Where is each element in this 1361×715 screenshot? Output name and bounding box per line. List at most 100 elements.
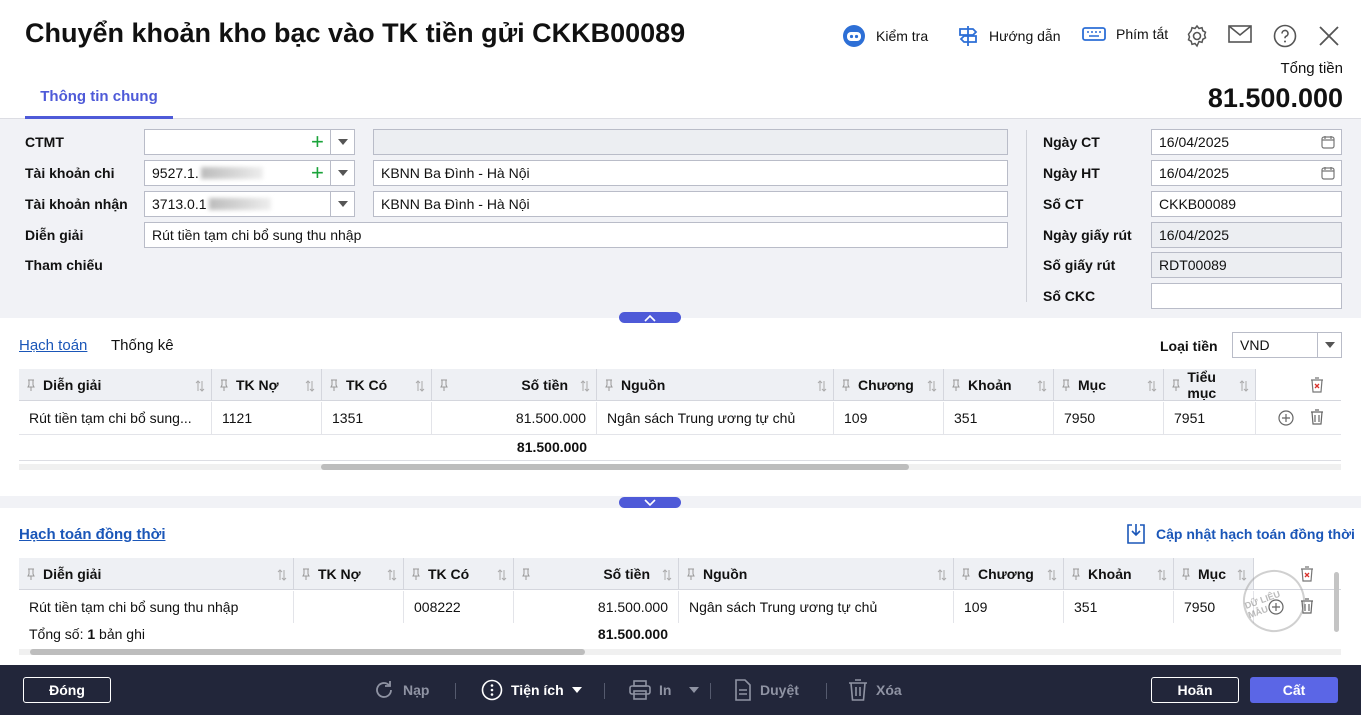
pay-account-dropdown[interactable] (330, 161, 354, 185)
tab-general[interactable]: Thông tin chung (25, 82, 173, 119)
table-cell[interactable] (294, 591, 404, 623)
currency-dropdown[interactable] (1317, 333, 1341, 357)
delete-all-icon[interactable] (1300, 566, 1314, 585)
guide-button[interactable]: Hướng dẫn (957, 24, 1060, 48)
approve-label: Duyệt (760, 682, 799, 698)
total-label: Tổng tiền (1280, 60, 1343, 77)
table-cell[interactable]: 351 (1064, 591, 1174, 623)
print-button[interactable]: In (629, 677, 700, 703)
post-date-picker[interactable]: 16/04/2025 (1151, 160, 1342, 186)
ctmt-combobox[interactable]: + (144, 129, 355, 155)
table-cell[interactable]: Rút tiền tạm chi bổ sung thu nhập (19, 591, 294, 623)
table-cell[interactable]: 81.500.000 (514, 591, 679, 623)
tab-stats[interactable]: Thống kê (111, 337, 174, 354)
collapse-down-button[interactable] (619, 497, 681, 508)
close-icon[interactable] (1318, 25, 1340, 50)
concurrent-scroll-thumb[interactable] (30, 649, 585, 655)
delete-label: Xóa (876, 682, 902, 698)
ctmt-name-field (373, 129, 1008, 155)
check-button[interactable]: Kiểm tra (842, 24, 928, 48)
chevron-down-icon (689, 687, 700, 693)
trash-icon (849, 679, 867, 701)
doc-date-picker[interactable]: 16/04/2025 (1151, 129, 1342, 155)
withdraw-date-field: 16/04/2025 (1151, 222, 1342, 248)
total-value: 81.500.000 (1207, 83, 1343, 113)
recv-account-name-field[interactable]: KBNN Ba Đình - Hà Nội (373, 191, 1008, 217)
ckc-input[interactable] (1151, 283, 1342, 309)
reference-label: Tham chiếu (25, 257, 103, 273)
description-input[interactable]: Rút tiền tạm chi bổ sung thu nhập (144, 222, 1008, 248)
load-button[interactable]: Nạp (373, 677, 429, 703)
doc-date-value: 16/04/2025 (1159, 134, 1230, 150)
concurrent-title[interactable]: Hạch toán đồng thời (19, 526, 165, 543)
check-label: Kiểm tra (876, 28, 929, 44)
utilities-button[interactable]: Tiện ích (481, 677, 582, 703)
redacted-mask (208, 198, 271, 210)
recv-account-label: Tài khoản nhận (25, 196, 128, 212)
calendar-icon[interactable] (1321, 135, 1335, 152)
concurrent-v-scrollbar[interactable] (1334, 572, 1339, 632)
table-cell[interactable]: 1351 (322, 402, 432, 434)
chevron-down-icon (571, 687, 582, 693)
update-concurrent-label: Cập nhật hạch toán đồng thời (1156, 526, 1355, 542)
mail-icon[interactable] (1228, 24, 1254, 49)
footer-bar: Đóng Nạp Tiện ích In Duyệt Xóa Hoãn Cất (0, 665, 1361, 715)
table-cell[interactable]: 008222 (404, 591, 514, 623)
delete-button[interactable]: Xóa (848, 677, 902, 703)
table-cell[interactable]: Ngân sách Trung ương tự chủ (597, 402, 834, 434)
delete-row-icon[interactable] (1310, 409, 1324, 428)
table-cell[interactable]: 109 (954, 591, 1064, 623)
shortcuts-button[interactable]: Phím tắt (1082, 24, 1168, 44)
ckc-label: Số CKC (1043, 288, 1096, 304)
pay-account-name-field[interactable]: KBNN Ba Đình - Hà Nội (373, 160, 1008, 186)
concurrent-total: 81.500.000 (597, 626, 668, 642)
pay-account-label: Tài khoản chi (25, 165, 115, 181)
cancel-button[interactable]: Hoãn (1151, 677, 1239, 703)
pay-account-combobox[interactable]: 9527.1. + (144, 160, 355, 186)
currency-select[interactable]: VND (1232, 332, 1342, 358)
table-cell[interactable]: 81.500.000 (432, 402, 597, 434)
tab-accounting[interactable]: Hạch toán (19, 337, 87, 354)
ctmt-dropdown[interactable] (330, 130, 354, 154)
doc-no-input[interactable]: CKKB00089 (1151, 191, 1342, 217)
add-pay-account-icon[interactable]: + (311, 162, 324, 184)
description-label: Diễn giải (25, 227, 84, 243)
download-doc-icon (1126, 523, 1146, 545)
gear-icon[interactable] (1185, 24, 1209, 51)
table-cell[interactable]: 7951 (1164, 402, 1256, 434)
pay-account-value: 9527.1. (152, 165, 199, 181)
table-cell[interactable]: Rút tiền tạm chi bổ sung... (19, 402, 212, 434)
accounting-scroll-thumb[interactable] (321, 464, 909, 470)
accounting-grid: Diễn giải TK Nợ TK Có Số tiền Nguồn Chương Kho… (19, 369, 1341, 461)
help-icon[interactable] (1273, 24, 1297, 51)
table-cell[interactable]: Ngân sách Trung ương tự chủ (679, 591, 954, 623)
save-button[interactable]: Cất (1250, 677, 1338, 703)
recv-account-value: 3713.0.1 (152, 196, 207, 212)
recv-account-dropdown[interactable] (330, 192, 354, 216)
calendar-icon[interactable] (1321, 166, 1335, 183)
concurrent-grid: Diễn giải TK Nợ TK Có Số tiền Nguồn Chương Kho… (19, 558, 1341, 648)
add-ctmt-icon[interactable]: + (311, 131, 324, 153)
table-cell[interactable]: 351 (944, 402, 1054, 434)
chevron-down-icon (337, 139, 348, 145)
record-count: Tổng số: 1 bản ghi (29, 626, 145, 642)
collapse-up-button[interactable] (619, 312, 681, 323)
currency-value: VND (1240, 337, 1270, 353)
keyboard-icon (1082, 24, 1106, 44)
delete-all-icon[interactable] (1310, 377, 1324, 396)
approve-button[interactable]: Duyệt (734, 677, 799, 703)
recv-account-combobox[interactable]: 3713.0.1 (144, 191, 355, 217)
table-cell[interactable]: 109 (834, 402, 944, 434)
chevron-down-icon (644, 498, 656, 506)
table-cell[interactable]: 7950 (1054, 402, 1164, 434)
withdraw-date-label: Ngày giấy rút (1043, 227, 1132, 243)
update-concurrent-button[interactable]: Cập nhật hạch toán đồng thời (1126, 523, 1355, 545)
doc-date-label: Ngày CT (1043, 134, 1100, 150)
page-title: Chuyển khoản kho bạc vào TK tiền gửi CKK… (25, 18, 686, 48)
table-cell[interactable]: 1121 (212, 402, 322, 434)
close-button[interactable]: Đóng (23, 677, 111, 703)
post-date-label: Ngày HT (1043, 165, 1100, 181)
add-row-icon[interactable] (1278, 410, 1294, 429)
guide-label: Hướng dẫn (989, 28, 1061, 44)
print-label: In (659, 682, 672, 698)
